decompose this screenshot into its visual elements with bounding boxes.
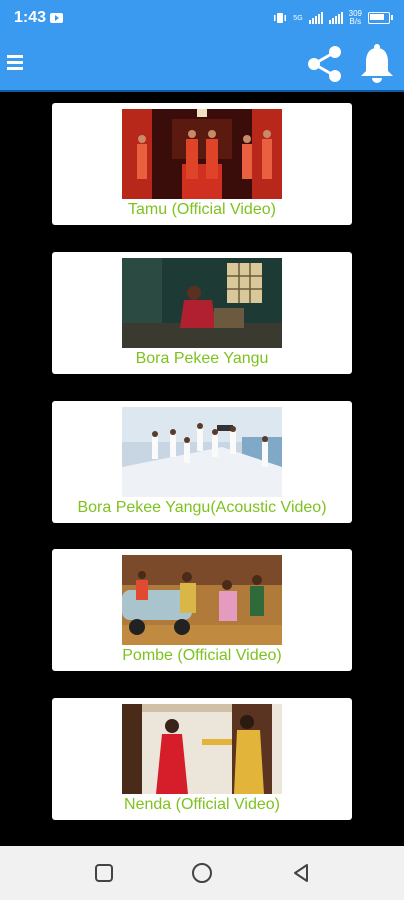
video-card[interactable]: Pombe (Official Video) — [52, 549, 352, 671]
video-card[interactable]: Bora Pekee Yangu — [52, 252, 352, 374]
video-title: Bora Pekee Yangu(Acoustic Video) — [77, 499, 327, 516]
video-title: Pombe (Official Video) — [122, 647, 282, 664]
status-indicators: 5G 309 B/s — [273, 10, 393, 26]
video-card[interactable]: Tamu (Official Video) — [52, 103, 352, 225]
notification-bell-icon[interactable] — [358, 42, 396, 84]
hamburger-menu-icon[interactable] — [7, 52, 25, 74]
vibrate-icon — [274, 13, 287, 23]
video-thumbnail — [122, 109, 282, 199]
system-nav-bar — [0, 846, 404, 900]
signal-icon-2 — [328, 12, 343, 24]
video-thumbnail — [122, 704, 282, 794]
network-type-label: 5G — [293, 14, 303, 22]
battery-icon — [368, 12, 393, 24]
app-bar — [0, 36, 404, 92]
youtube-notification-icon — [50, 13, 64, 23]
share-icon[interactable] — [305, 44, 345, 84]
video-card[interactable]: Bora Pekee Yangu(Acoustic Video) — [52, 401, 352, 523]
video-title: Bora Pekee Yangu — [135, 350, 269, 367]
circle-home-icon[interactable] — [191, 862, 213, 884]
video-thumbnail — [122, 555, 282, 645]
net-speed-unit: B/s — [349, 17, 362, 26]
status-time: 1:43 — [14, 9, 47, 26]
video-thumbnail — [122, 407, 282, 497]
signal-icon — [308, 12, 323, 24]
square-recents-icon[interactable] — [93, 862, 115, 884]
video-card[interactable]: Nenda (Official Video) — [52, 698, 352, 820]
video-title: Tamu (Official Video) — [128, 201, 276, 218]
video-title: Nenda (Official Video) — [124, 796, 280, 813]
video-thumbnail — [122, 258, 282, 348]
net-speed: 309 B/s — [349, 10, 362, 26]
video-list: Tamu (Official Video) Bora Pekee Yangu B… — [0, 92, 404, 846]
status-bar: 1:43 5G 309 B/s — [0, 0, 404, 36]
triangle-back-icon[interactable] — [290, 862, 312, 884]
